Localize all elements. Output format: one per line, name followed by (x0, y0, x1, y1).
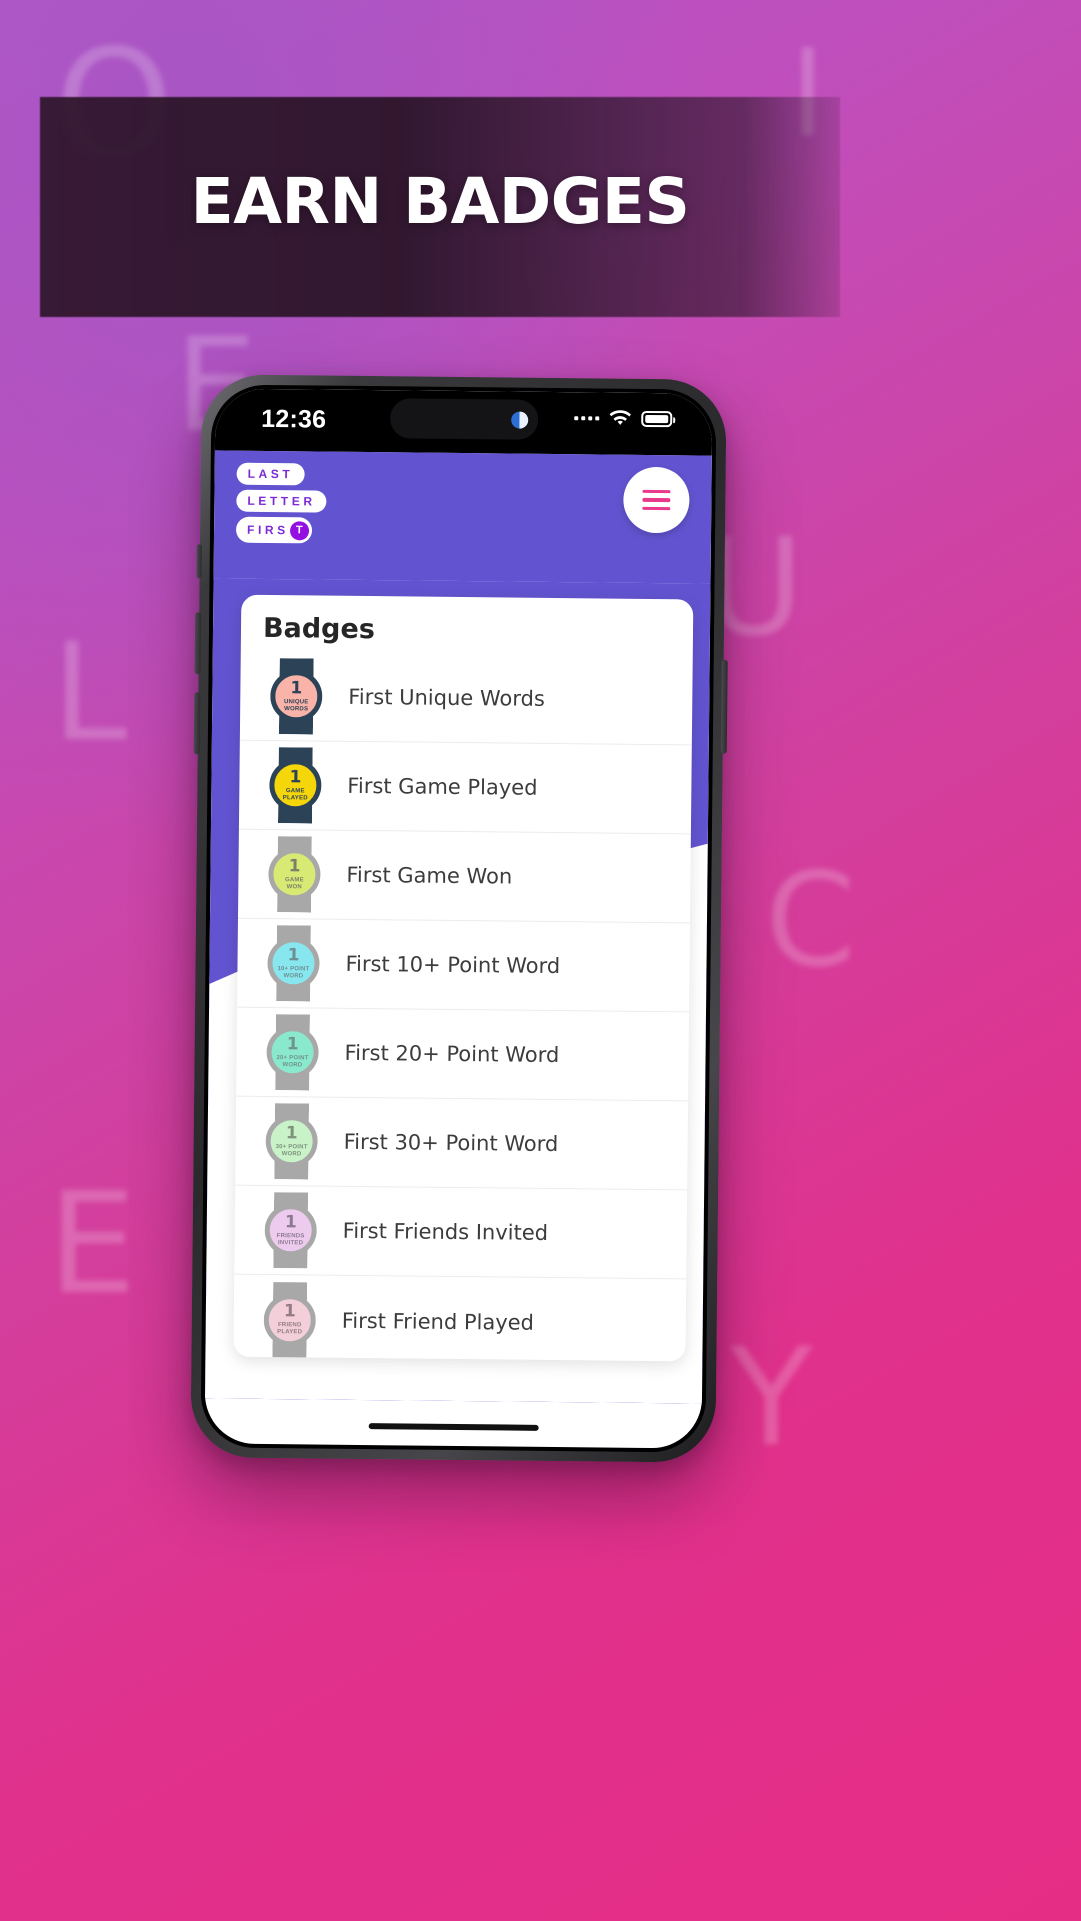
badge-count: 1 (287, 944, 300, 966)
face-id-indicator-icon (510, 411, 528, 429)
badge-row[interactable]: 1 GAME PLAYED First Game Played (238, 740, 692, 835)
phone-mockup: 12:36 LAST LETTER FIRS T Badges 1 UNIQUE… (190, 374, 728, 1463)
badge-caption: 10+ POINT WORD (277, 965, 310, 979)
badge-caption: GAME WON (284, 876, 304, 890)
badge-count: 1 (286, 1033, 299, 1055)
badge-row[interactable]: 1 20+ POINT WORD First 20+ Point Word (236, 1007, 690, 1102)
phone-screen: 12:36 LAST LETTER FIRS T Badges 1 UNIQUE… (204, 388, 713, 1449)
background-letter: L (52, 614, 128, 771)
status-indicators (574, 409, 673, 428)
status-time: 12:36 (261, 404, 327, 434)
badge-label: First Friend Played (341, 1308, 535, 1335)
dynamic-island (389, 398, 538, 440)
badge-caption: GAME PLAYED (282, 787, 308, 801)
badge-medal-icon: 1 GAME WON (264, 836, 325, 913)
badge-row[interactable]: 1 UNIQUE WORDS First Unique Words (239, 651, 693, 746)
wifi-icon (609, 410, 631, 425)
badge-medal-icon: 1 10+ POINT WORD (263, 925, 324, 1002)
silence-switch[interactable] (196, 544, 202, 579)
app-header: LAST LETTER FIRS T (213, 450, 712, 584)
badge-row[interactable]: 1 FRIENDS INVITED First Friends Invited (234, 1185, 688, 1280)
logo-line-first-text: FIRS (246, 522, 289, 538)
app-content: Badges 1 UNIQUE WORDS First Unique Words 1 G… (204, 578, 711, 1404)
home-indicator[interactable] (368, 1423, 539, 1431)
badge-label: First Unique Words (348, 684, 545, 711)
badge-count: 1 (284, 1211, 297, 1233)
badges-card: Badges 1 UNIQUE WORDS First Unique Words 1 G… (233, 594, 694, 1362)
battery-full-icon (641, 410, 673, 428)
badge-label: First 30+ Point Word (343, 1129, 559, 1157)
badges-list: 1 UNIQUE WORDS First Unique Words 1 GAME PLA… (233, 651, 693, 1362)
badge-count: 1 (288, 855, 301, 877)
logo-line-last: LAST (236, 462, 305, 486)
badge-row[interactable]: 1 10+ POINT WORD First 10+ Point Word (237, 918, 690, 1013)
badge-row[interactable]: 1 FRIEND PLAYED First Friend Played (233, 1275, 686, 1362)
badge-medal-icon: 1 GAME PLAYED (265, 747, 326, 824)
badge-label: First Game Played (347, 773, 538, 800)
badge-label: First 20+ Point Word (344, 1040, 560, 1068)
promo-screenshot: OIEULCEY EARN BADGES 12:36 (0, 0, 1081, 1921)
badge-caption: UNIQUE WORDS (283, 698, 309, 712)
badge-label: First Friends Invited (342, 1218, 549, 1245)
badge-label: First 10+ Point Word (345, 951, 561, 979)
badge-label: First Game Won (346, 862, 513, 889)
badge-caption: 20+ POINT WORD (276, 1054, 309, 1068)
status-bar: 12:36 (214, 388, 713, 456)
badge-count: 1 (289, 767, 302, 788)
background-letter: Y (730, 1319, 813, 1476)
background-letter: E (48, 1163, 137, 1326)
logo-line-first: FIRS T (235, 516, 312, 544)
phone-bezel: 12:36 LAST LETTER FIRS T Badges 1 UNIQUE… (200, 384, 717, 1453)
hamburger-menu-icon[interactable] (623, 466, 690, 534)
volume-down-button[interactable] (193, 692, 201, 755)
badge-caption: 30+ POINT WORD (275, 1143, 308, 1157)
background-letter: C (765, 844, 856, 996)
power-button[interactable] (720, 659, 728, 754)
badge-medal-icon: 1 UNIQUE WORDS (266, 658, 327, 735)
badge-count: 1 (290, 678, 303, 699)
volume-up-button[interactable] (194, 612, 202, 675)
badge-medal-icon: 1 FRIENDS INVITED (260, 1192, 321, 1269)
badge-medal-icon: 1 FRIEND PLAYED (259, 1281, 320, 1358)
signal-dots-icon (574, 416, 600, 421)
badge-row[interactable]: 1 30+ POINT WORD First 30+ Point Word (235, 1096, 689, 1191)
logo-accent-letter: T (289, 521, 309, 541)
badge-caption: FRIEND PLAYED (277, 1322, 303, 1336)
badges-title: Badges (262, 612, 376, 646)
badge-count: 1 (285, 1122, 298, 1144)
headline-title: EARN BADGES (190, 165, 690, 238)
badge-count: 1 (283, 1301, 296, 1322)
badge-medal-icon: 1 20+ POINT WORD (262, 1014, 323, 1091)
logo-line-letter: LETTER (236, 489, 327, 513)
badge-row[interactable]: 1 GAME WON First Game Won (237, 829, 691, 924)
badge-medal-icon: 1 30+ POINT WORD (261, 1103, 322, 1180)
badge-caption: FRIENDS INVITED (276, 1232, 305, 1246)
